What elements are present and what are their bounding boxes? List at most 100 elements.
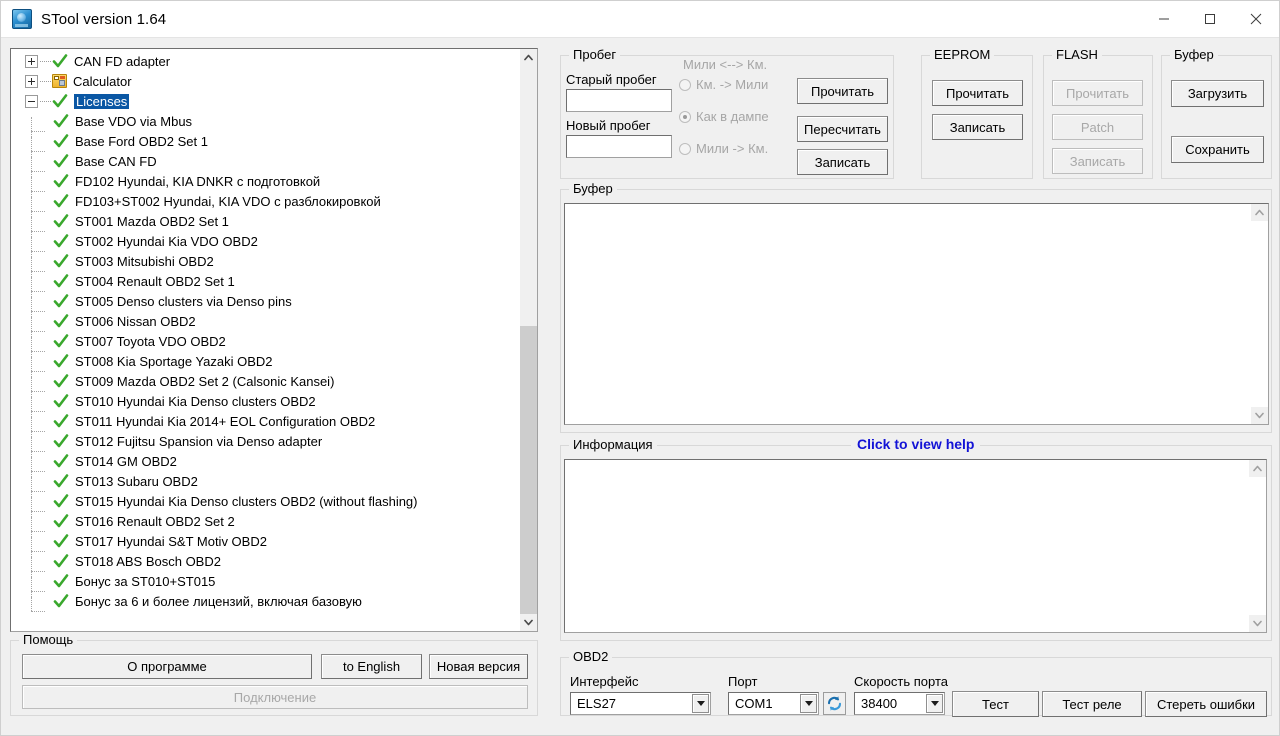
tree-item-license[interactable]: ST014 GM OBD2 xyxy=(11,451,519,479)
scroll-down-icon[interactable] xyxy=(1251,407,1268,424)
clear-errors-button[interactable]: Стереть ошибки xyxy=(1145,691,1267,717)
tree-item-license[interactable]: Base CAN FD xyxy=(11,151,519,179)
radio-as-in-dump[interactable]: Как в дампе xyxy=(679,109,769,124)
expand-plus-icon[interactable] xyxy=(25,74,38,88)
flash-read-button[interactable]: Прочитать xyxy=(1052,80,1143,106)
tree-item-license[interactable]: Бонус за ST010+ST015 xyxy=(11,571,519,599)
tree-item-license[interactable]: ST015 Hyundai Kia Denso clusters OBD2 (w… xyxy=(11,491,519,519)
radio-miles-to-km[interactable]: Мили -> Км. xyxy=(679,141,768,156)
info-scrollbar[interactable] xyxy=(1249,460,1266,632)
mileage-write-button[interactable]: Записать xyxy=(797,149,888,175)
flash-write-button[interactable]: Записать xyxy=(1052,148,1143,174)
buffer-save-button[interactable]: Сохранить xyxy=(1171,136,1264,163)
buffer-load-button[interactable]: Загрузить xyxy=(1171,80,1264,107)
scroll-down-icon[interactable] xyxy=(520,614,537,631)
tree-item-license[interactable]: ST006 Nissan OBD2 xyxy=(11,311,519,339)
tree-scrollbar[interactable] xyxy=(520,49,537,631)
close-icon[interactable] xyxy=(1233,1,1279,37)
scroll-track[interactable] xyxy=(1251,221,1268,407)
conversion-title: Мили <--> Км. xyxy=(683,57,768,72)
tree-item-calculator[interactable]: Calculator xyxy=(11,71,519,91)
info-textarea[interactable] xyxy=(564,459,1267,633)
flash-patch-button[interactable]: Patch xyxy=(1052,114,1143,140)
chevron-down-icon[interactable] xyxy=(926,694,943,713)
tree-item-license[interactable]: ST012 Fujitsu Spansion via Denso adapter xyxy=(11,431,519,459)
license-tree[interactable]: CAN FD adapter Calculator Licenses Base … xyxy=(10,48,538,632)
green-check-icon xyxy=(53,553,69,569)
eeprom-write-button[interactable]: Записать xyxy=(932,114,1023,140)
tree-item-license[interactable]: ST003 Mitsubishi OBD2 xyxy=(11,251,519,279)
tree-item-license[interactable]: ST016 Renault OBD2 Set 2 xyxy=(11,511,519,539)
interface-select[interactable]: ELS27 xyxy=(570,692,711,715)
new-mileage-input[interactable] xyxy=(566,135,672,158)
tree-item-license[interactable]: ST010 Hyundai Kia Denso clusters OBD2 xyxy=(11,391,519,419)
tree-item-license[interactable]: ST004 Renault OBD2 Set 1 xyxy=(11,271,519,299)
green-check-icon xyxy=(53,393,69,409)
green-check-icon xyxy=(53,273,69,289)
tree-item-license[interactable]: FD102 Hyundai, KIA DNKR с подготовкой xyxy=(11,171,519,199)
scroll-down-icon[interactable] xyxy=(1249,615,1266,632)
chevron-down-icon[interactable] xyxy=(692,694,709,713)
green-check-icon xyxy=(53,133,69,149)
view-help-link[interactable]: Click to view help xyxy=(851,437,981,452)
tree-item-license[interactable]: ST007 Toyota VDO OBD2 xyxy=(11,331,519,359)
green-check-icon xyxy=(53,433,69,449)
scroll-up-icon[interactable] xyxy=(520,49,537,66)
collapse-minus-icon[interactable] xyxy=(25,94,38,108)
tree-item-license[interactable]: Бонус за 6 и более лицензий, включая баз… xyxy=(11,591,519,612)
tree-item-license[interactable]: ST008 Kia Sportage Yazaki OBD2 xyxy=(11,351,519,379)
radio-km-to-miles[interactable]: Км. -> Мили xyxy=(679,77,768,92)
tree-item-license[interactable]: FD103+ST002 Hyundai, KIA VDO с разблокир… xyxy=(11,191,519,219)
about-button[interactable]: О программе xyxy=(22,654,312,679)
test-button[interactable]: Тест xyxy=(952,691,1039,717)
buffer-textarea[interactable] xyxy=(564,203,1269,425)
tree-item-license[interactable]: ST009 Mazda OBD2 Set 2 (Calsonic Kansei) xyxy=(11,371,519,399)
radio-label: Км. -> Мили xyxy=(696,77,769,92)
tree-item-license[interactable]: ST013 Subaru OBD2 xyxy=(11,471,519,499)
tree-item-license[interactable]: ST018 ABS Bosch OBD2 xyxy=(11,551,519,579)
radio-label: Как в дампе xyxy=(696,109,769,124)
to-english-button[interactable]: to English xyxy=(321,654,422,679)
green-check-icon xyxy=(53,493,69,509)
old-mileage-input[interactable] xyxy=(566,89,672,112)
maximize-icon[interactable] xyxy=(1187,1,1233,37)
tree-item-label: Бонус за ST010+ST015 xyxy=(75,573,216,589)
chevron-down-icon[interactable] xyxy=(800,694,817,713)
tree-item-license[interactable]: ST005 Denso clusters via Denso pins xyxy=(11,291,519,319)
scroll-up-icon[interactable] xyxy=(1249,460,1266,477)
minimize-icon[interactable] xyxy=(1141,1,1187,37)
green-check-icon xyxy=(53,353,69,369)
tree-item-label: ST006 Nissan OBD2 xyxy=(75,313,196,329)
tree-item-license[interactable]: ST017 Hyundai S&T Motiv OBD2 xyxy=(11,531,519,559)
app-icon xyxy=(12,9,32,29)
info-panel-legend: Информация xyxy=(569,438,657,452)
flash-group: FLASH Прочитать Patch Записать xyxy=(1043,48,1153,179)
tree-item-label: ST005 Denso clusters via Denso pins xyxy=(75,293,292,309)
tree-item-license[interactable]: Base VDO via Mbus xyxy=(11,111,519,139)
scroll-up-icon[interactable] xyxy=(1251,204,1268,221)
tree-item-license[interactable]: Base Ford OBD2 Set 1 xyxy=(11,131,519,159)
new-version-button[interactable]: Новая версия xyxy=(429,654,528,679)
port-select[interactable]: COM1 xyxy=(728,692,819,715)
connect-button[interactable]: Подключение xyxy=(22,685,528,709)
tree-item-can-fd-adapter[interactable]: CAN FD adapter xyxy=(11,51,519,71)
tree-item-license[interactable]: ST011 Hyundai Kia 2014+ EOL Configuratio… xyxy=(11,411,519,439)
green-check-icon xyxy=(53,533,69,549)
test-relay-button[interactable]: Тест реле xyxy=(1042,691,1142,717)
scroll-track[interactable] xyxy=(1249,477,1266,615)
tree-item-license[interactable]: ST002 Hyundai Kia VDO OBD2 xyxy=(11,231,519,259)
mileage-read-button[interactable]: Прочитать xyxy=(797,78,888,104)
tree-item-label: Calculator xyxy=(73,73,132,89)
tree-item-label: FD103+ST002 Hyundai, KIA VDO с разблокир… xyxy=(75,193,381,209)
refresh-icon[interactable] xyxy=(823,692,846,715)
mileage-recalc-button[interactable]: Пересчитать xyxy=(797,116,888,142)
tree-item-license[interactable]: ST001 Mazda OBD2 Set 1 xyxy=(11,211,519,239)
speed-select[interactable]: 38400 xyxy=(854,692,945,715)
scroll-thumb[interactable] xyxy=(520,326,537,614)
tree-item-licenses[interactable]: Licenses xyxy=(11,91,519,111)
calculator-icon xyxy=(52,74,67,88)
expand-plus-icon[interactable] xyxy=(25,54,38,68)
buffer-scrollbar[interactable] xyxy=(1251,204,1268,424)
green-check-icon xyxy=(53,153,69,169)
eeprom-read-button[interactable]: Прочитать xyxy=(932,80,1023,106)
